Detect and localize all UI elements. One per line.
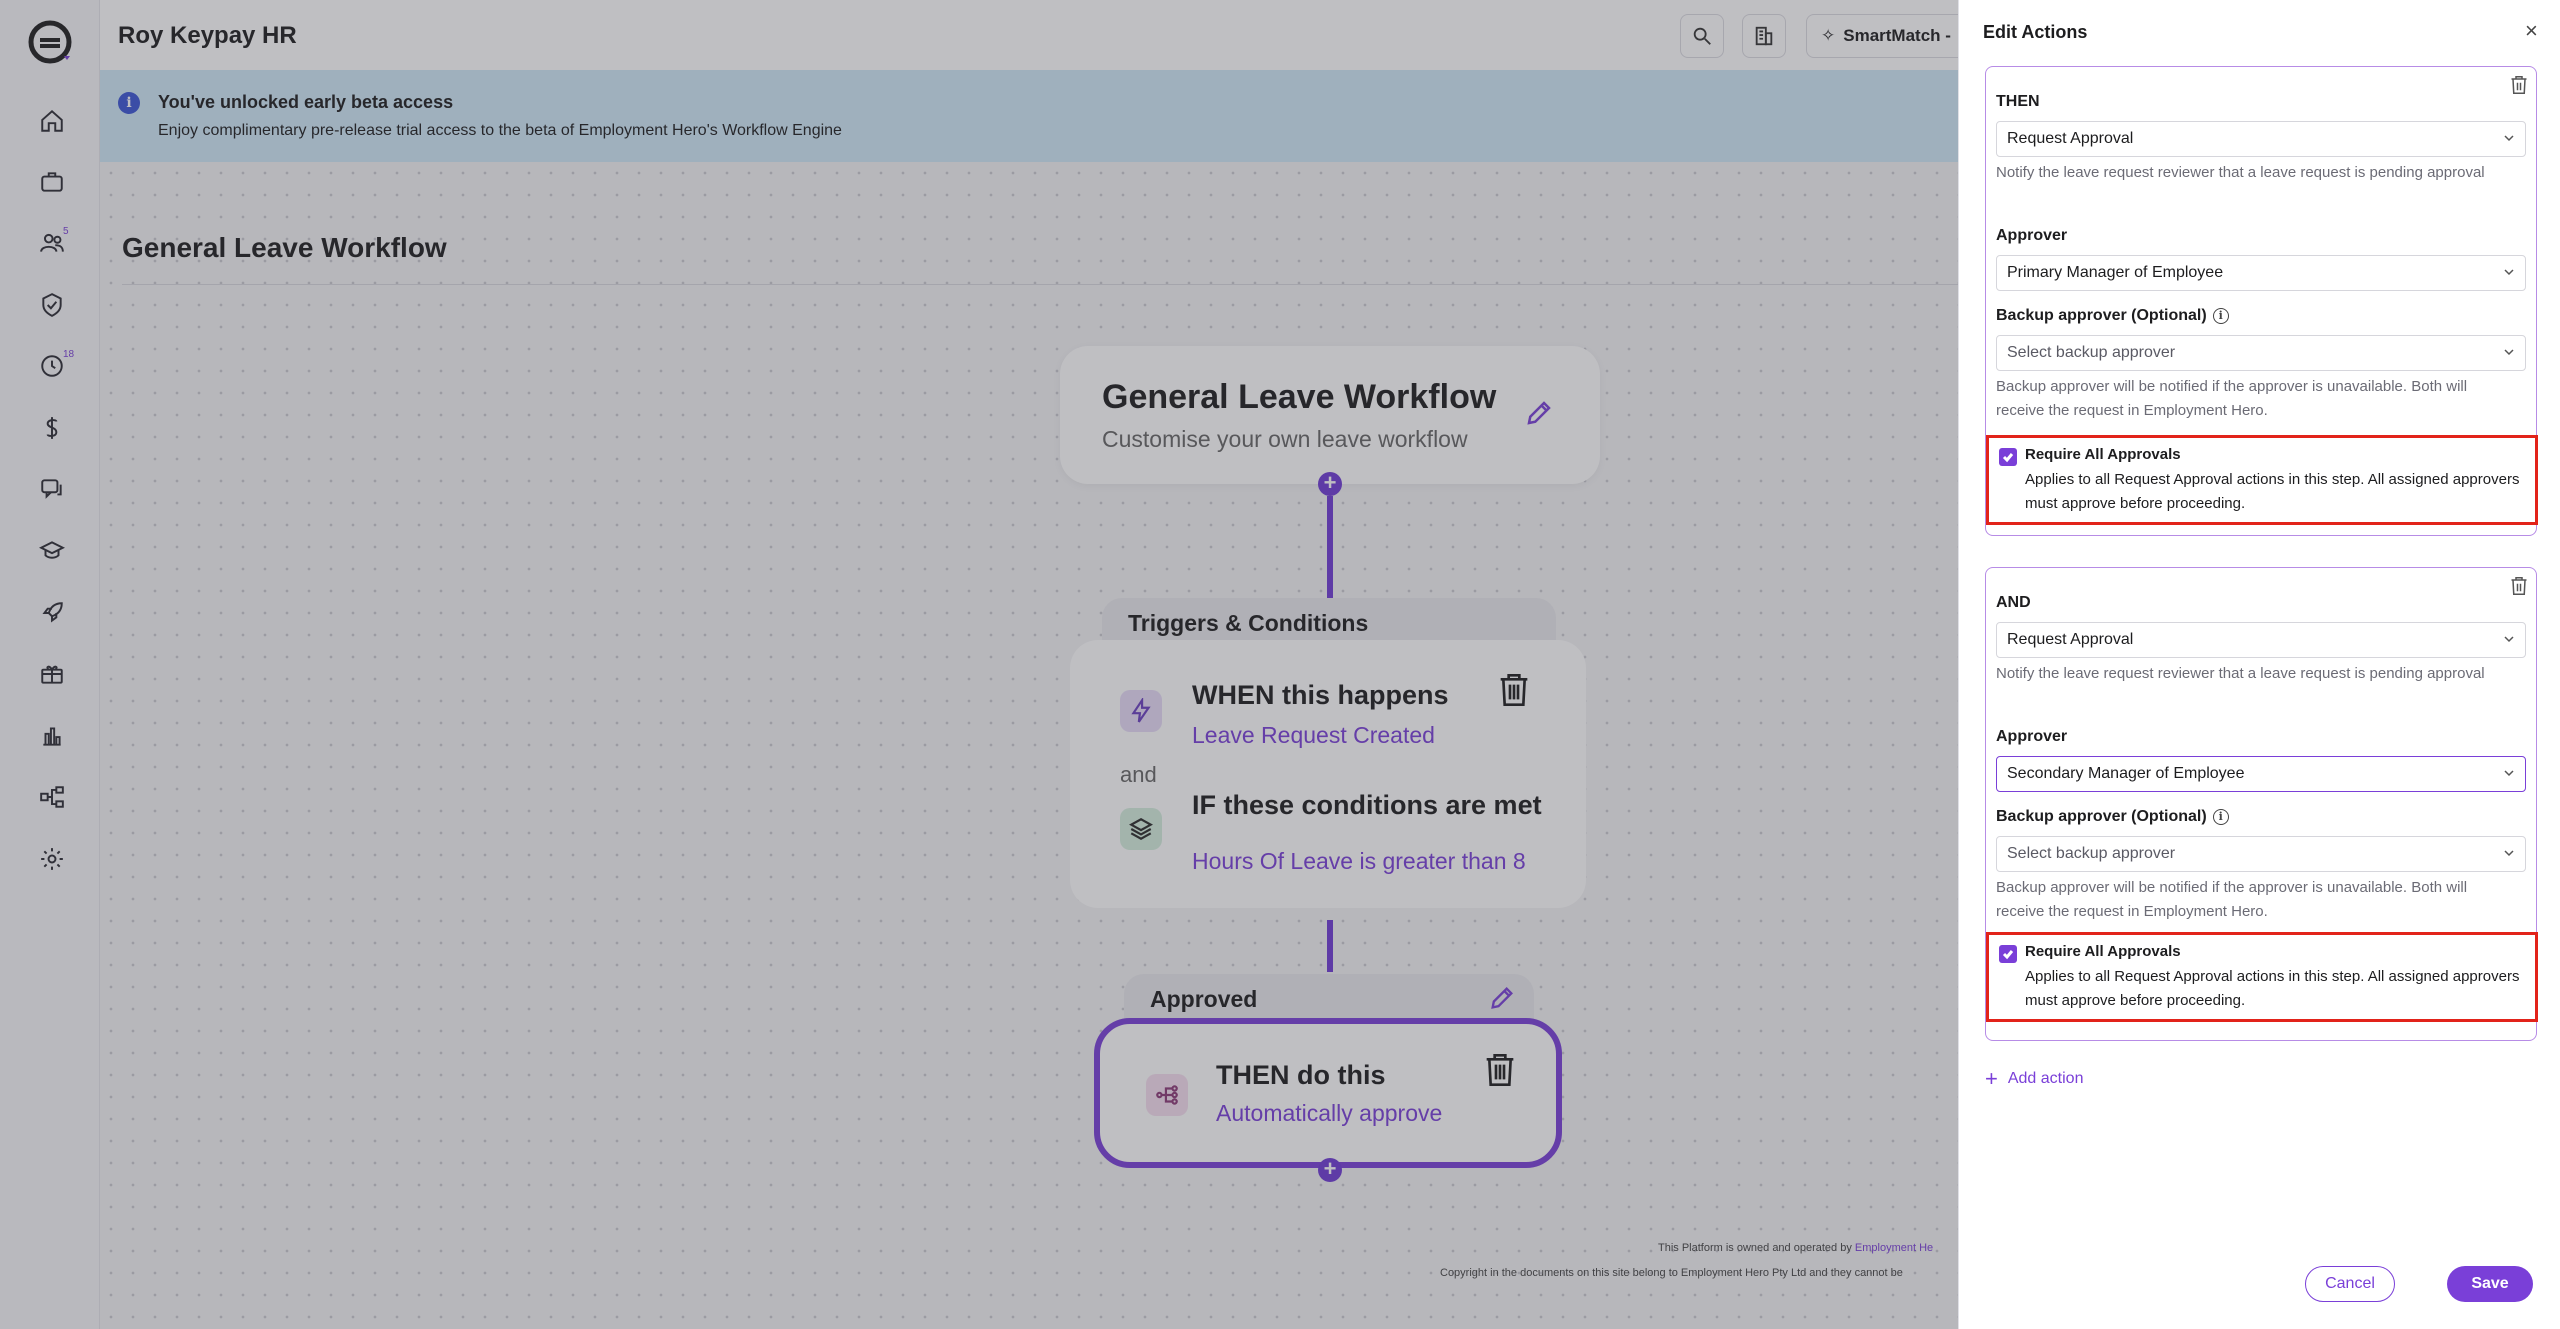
require-all-approvals-title: Require All Approvals — [2025, 943, 2181, 960]
check-icon — [2002, 950, 2014, 960]
action-hint: Notify the leave request reviewer that a… — [1996, 164, 2485, 181]
action-type-select[interactable]: Request Approval — [1996, 121, 2526, 157]
backup-approver-hint: Backup approver will be notified if the … — [1996, 879, 2468, 920]
backup-approver-label-text: Backup approver (Optional) — [1996, 307, 2207, 324]
approver-label-text: Approver — [1996, 728, 2068, 745]
chevron-down-icon — [2504, 850, 2514, 857]
chevron-down-icon — [2504, 269, 2514, 276]
chevron-down-icon — [2504, 770, 2514, 777]
add-action-button[interactable]: + Add action — [1985, 1066, 2084, 1091]
require-all-approvals-checkbox[interactable] — [1999, 945, 2017, 963]
require-all-approvals-box: Require All Approvals Applies to all Req… — [1986, 435, 2538, 525]
approver-value: Secondary Manager of Employee — [2007, 765, 2245, 782]
panel-title: Edit Actions — [1983, 22, 2088, 42]
require-all-approvals-title: Require All Approvals — [2025, 446, 2181, 463]
backup-approver-hint: Backup approver will be notified if the … — [1996, 378, 2468, 419]
require-all-approvals-checkbox[interactable] — [1999, 448, 2017, 466]
approver-label-text: Approver — [1996, 227, 2068, 244]
backup-approver-label-text: Backup approver (Optional) — [1996, 808, 2207, 825]
chevron-down-icon — [2504, 349, 2514, 356]
chevron-down-icon — [2504, 135, 2514, 142]
action-type-value: Request Approval — [2007, 631, 2134, 648]
backup-approver-select[interactable]: Select backup approver — [1996, 335, 2526, 371]
chevron-down-icon — [2504, 636, 2514, 643]
action-keyword: THEN — [1996, 93, 2040, 110]
action-card-then: THEN Request Approval Notify the leave r… — [1985, 66, 2538, 536]
approver-label: Approver — [1996, 227, 2067, 245]
delete-action-trash-icon[interactable] — [2510, 75, 2528, 95]
action-type-value: Request Approval — [2007, 130, 2134, 147]
backup-approver-label: Backup approver (Optional) i — [1996, 307, 2229, 325]
add-action-label: Add action — [2007, 1070, 2084, 1087]
require-all-approvals-text: Applies to all Request Approval actions … — [2025, 968, 2520, 1009]
close-icon[interactable]: × — [2525, 20, 2538, 42]
backup-approver-select[interactable]: Select backup approver — [1996, 836, 2526, 872]
approver-select[interactable]: Secondary Manager of Employee — [1996, 756, 2526, 792]
delete-action-trash-icon[interactable] — [2510, 576, 2528, 596]
plus-icon: + — [1985, 1066, 1998, 1091]
action-keyword: AND — [1996, 594, 2031, 611]
action-card-and: AND Request Approval Notify the leave re… — [1985, 567, 2538, 1041]
info-icon[interactable]: i — [2212, 809, 2229, 825]
approver-value: Primary Manager of Employee — [2007, 264, 2224, 281]
require-all-approvals-text: Applies to all Request Approval actions … — [2025, 471, 2520, 512]
modal-backdrop[interactable] — [0, 0, 1958, 1329]
backup-approver-label: Backup approver (Optional) i — [1996, 808, 2229, 826]
approver-select[interactable]: Primary Manager of Employee — [1996, 255, 2526, 291]
backup-approver-placeholder: Select backup approver — [2007, 845, 2176, 862]
edit-actions-panel: Edit Actions × THEN Request Approval Not… — [1958, 0, 2560, 1329]
info-icon[interactable]: i — [2212, 308, 2229, 324]
check-icon — [2002, 453, 2014, 463]
cancel-button[interactable]: Cancel — [2305, 1266, 2395, 1302]
require-all-approvals-box: Require All Approvals Applies to all Req… — [1986, 932, 2538, 1022]
action-hint: Notify the leave request reviewer that a… — [1996, 665, 2485, 682]
save-button[interactable]: Save — [2447, 1266, 2533, 1302]
backup-approver-placeholder: Select backup approver — [2007, 344, 2176, 361]
approver-label: Approver — [1996, 728, 2067, 746]
action-type-select[interactable]: Request Approval — [1996, 622, 2526, 658]
